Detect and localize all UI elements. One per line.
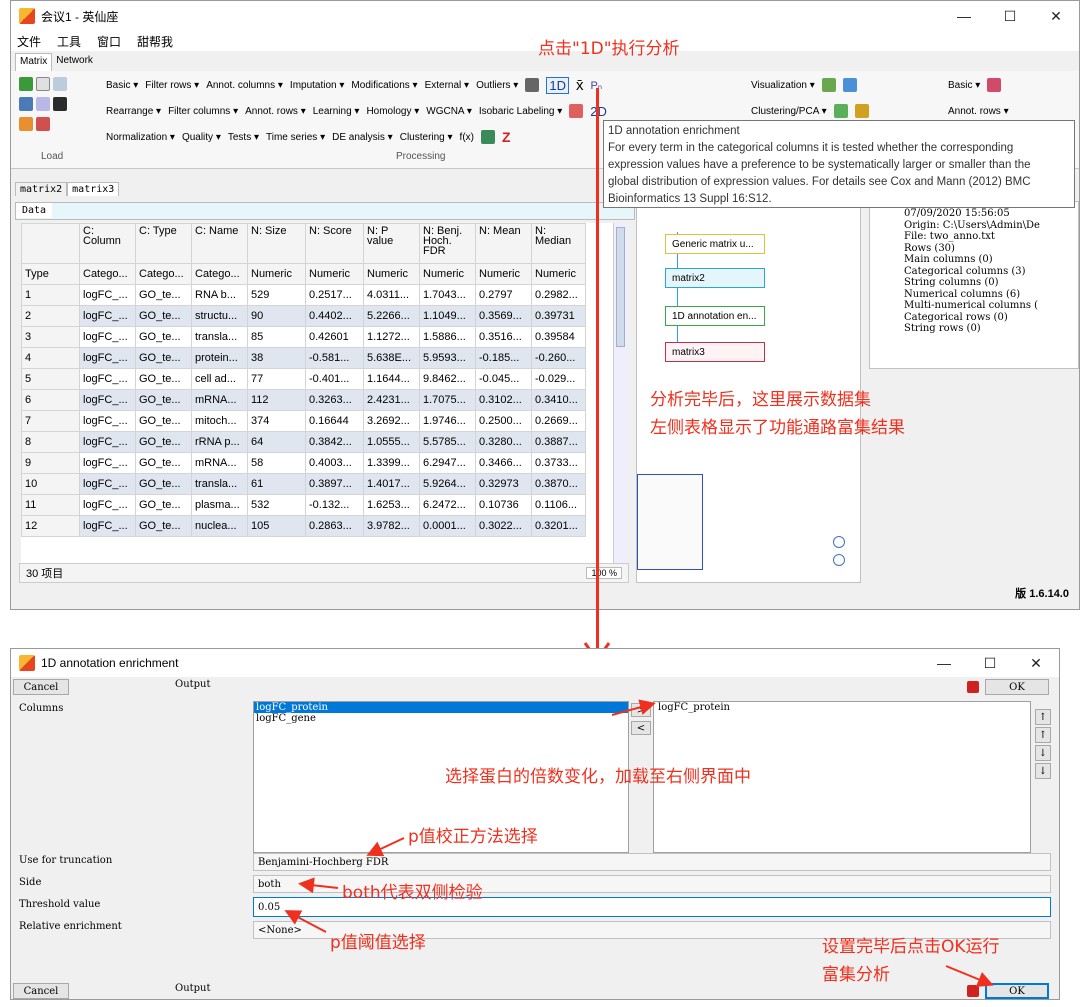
arrow-to-ok — [945, 965, 994, 987]
arrow-to-selected — [611, 699, 656, 716]
annotation-arrows — [284, 699, 994, 987]
arrow-to-truncation — [366, 837, 405, 857]
arrow-to-threshold — [284, 910, 327, 933]
arrow-to-side — [298, 877, 339, 894]
